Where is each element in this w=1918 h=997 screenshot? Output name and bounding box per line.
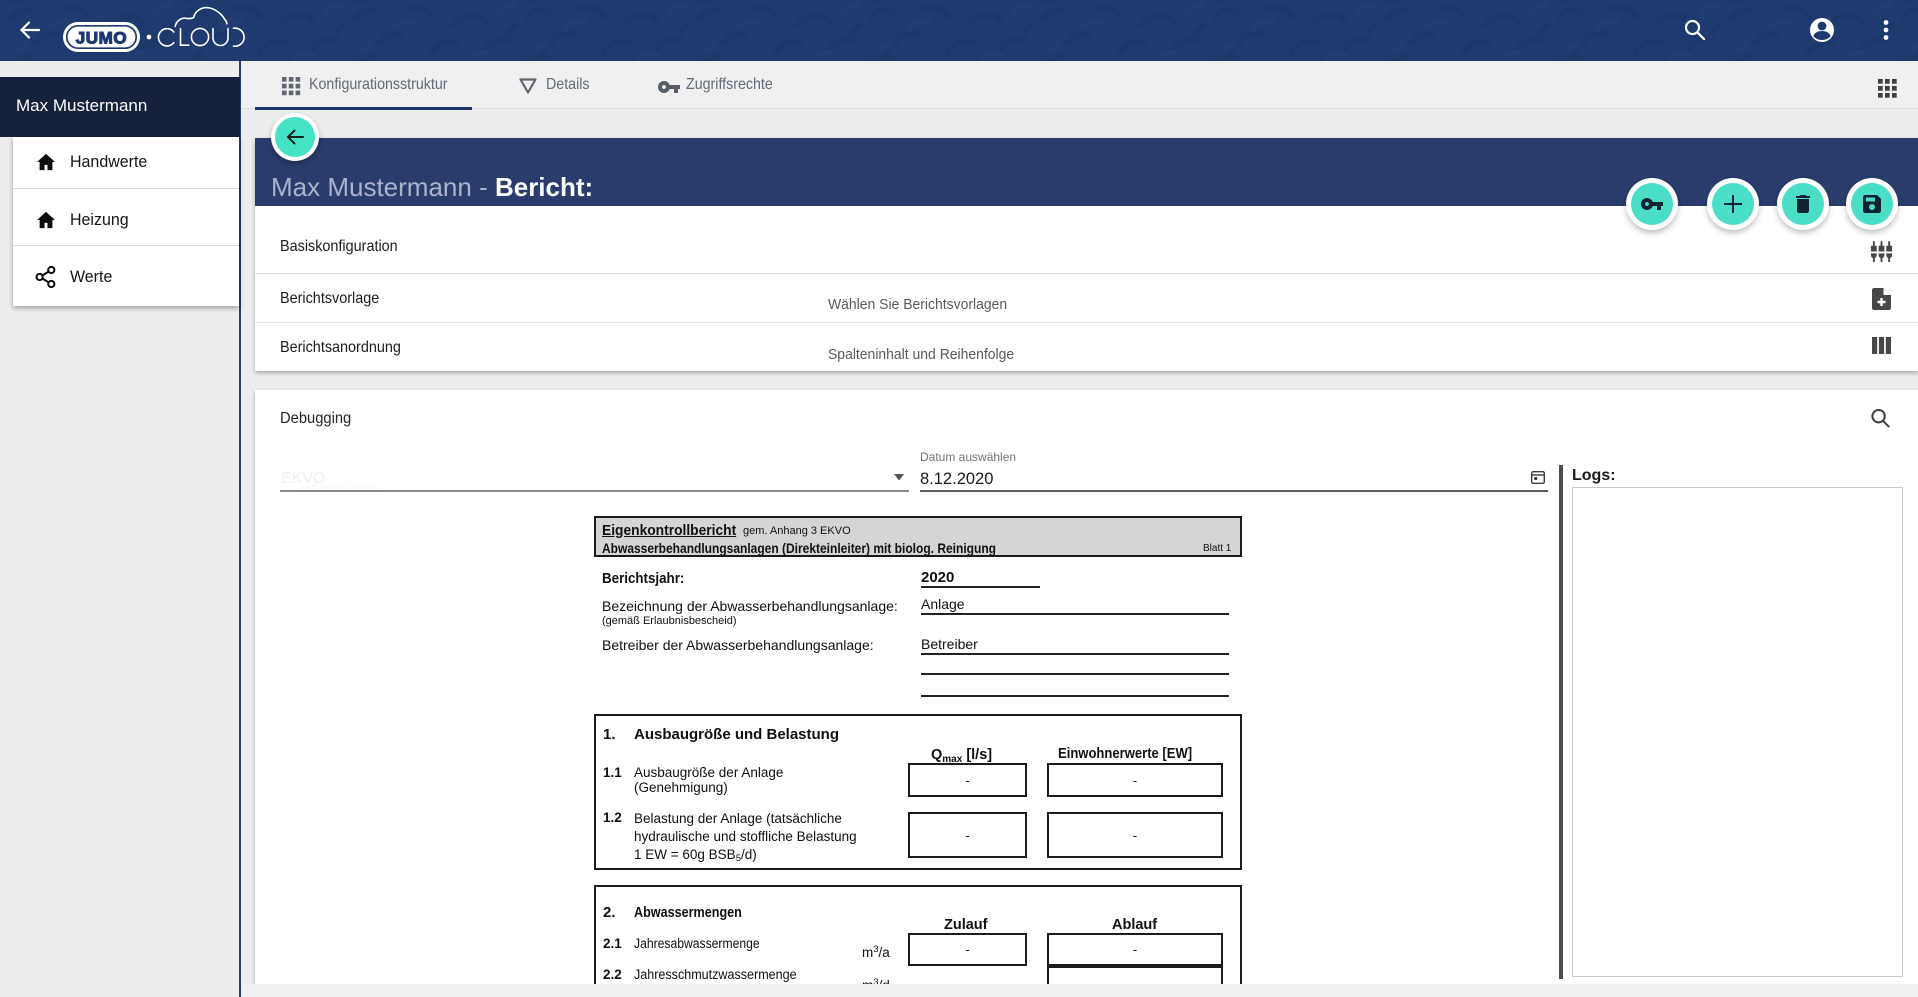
- svg-text:JUMO: JUMO: [76, 29, 128, 48]
